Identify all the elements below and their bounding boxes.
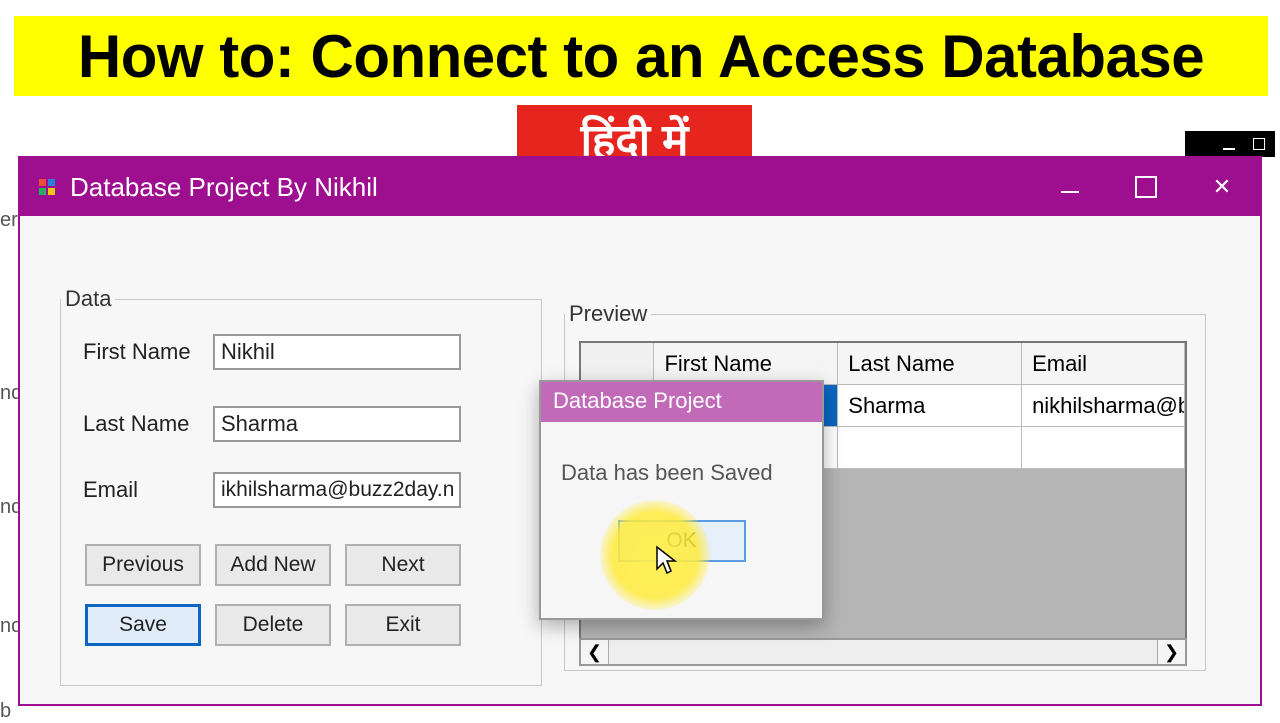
window-controls: [1032, 158, 1260, 216]
scroll-left-icon[interactable]: ❮: [581, 640, 609, 664]
app-icon: [38, 178, 56, 196]
ok-button[interactable]: OK: [618, 520, 746, 562]
col-header-first-name[interactable]: First Name: [654, 343, 838, 385]
msgbox-message: Data has been Saved: [541, 422, 822, 506]
bg-minimize-icon: [1223, 138, 1235, 150]
scroll-right-icon[interactable]: ❯: [1157, 640, 1185, 664]
message-box: Database Project Data has been Saved OK: [539, 380, 824, 620]
first-name-input[interactable]: [213, 334, 461, 370]
last-name-label: Last Name: [83, 411, 213, 437]
next-button[interactable]: Next: [345, 544, 461, 586]
first-name-label: First Name: [83, 339, 213, 365]
col-header-last-name[interactable]: Last Name: [838, 343, 1022, 385]
save-button[interactable]: Save: [85, 604, 201, 646]
grid-header-row: First Name Last Name Email: [581, 343, 1185, 385]
msgbox-footer: OK: [541, 506, 822, 580]
grid-cell-last-name[interactable]: Sharma: [838, 385, 1022, 427]
background-window-controls: [1185, 131, 1275, 157]
maximize-button[interactable]: [1108, 158, 1184, 216]
close-button[interactable]: [1184, 158, 1260, 216]
window-title: Database Project By Nikhil: [70, 172, 378, 203]
data-groupbox: Data First Name Last Name Email Previous…: [60, 286, 542, 686]
titlebar[interactable]: Database Project By Nikhil: [20, 158, 1260, 216]
exit-button[interactable]: Exit: [345, 604, 461, 646]
bg-maximize-icon: [1253, 138, 1265, 150]
bg-fragment: er: [0, 209, 18, 232]
delete-button[interactable]: Delete: [215, 604, 331, 646]
previous-button[interactable]: Previous: [85, 544, 201, 586]
msgbox-title[interactable]: Database Project: [541, 382, 822, 422]
grid-h-scrollbar[interactable]: ❮ ❯: [579, 638, 1187, 666]
title-text: How to: Connect to an Access Database: [78, 22, 1204, 91]
preview-legend: Preview: [565, 301, 651, 327]
email-input[interactable]: [213, 472, 461, 508]
grid-cell-email[interactable]: nikhilsharma@bu..: [1022, 385, 1185, 427]
col-header-email[interactable]: Email: [1022, 343, 1185, 385]
last-name-input[interactable]: [213, 406, 461, 442]
grid-corner-cell: [581, 343, 654, 385]
email-label: Email: [83, 477, 213, 503]
minimize-button[interactable]: [1032, 158, 1108, 216]
grid-cell-empty[interactable]: [1022, 427, 1185, 469]
add-new-button[interactable]: Add New: [215, 544, 331, 586]
grid-cell-empty[interactable]: [838, 427, 1022, 469]
data-legend: Data: [61, 286, 115, 312]
title-banner: How to: Connect to an Access Database: [14, 16, 1268, 96]
